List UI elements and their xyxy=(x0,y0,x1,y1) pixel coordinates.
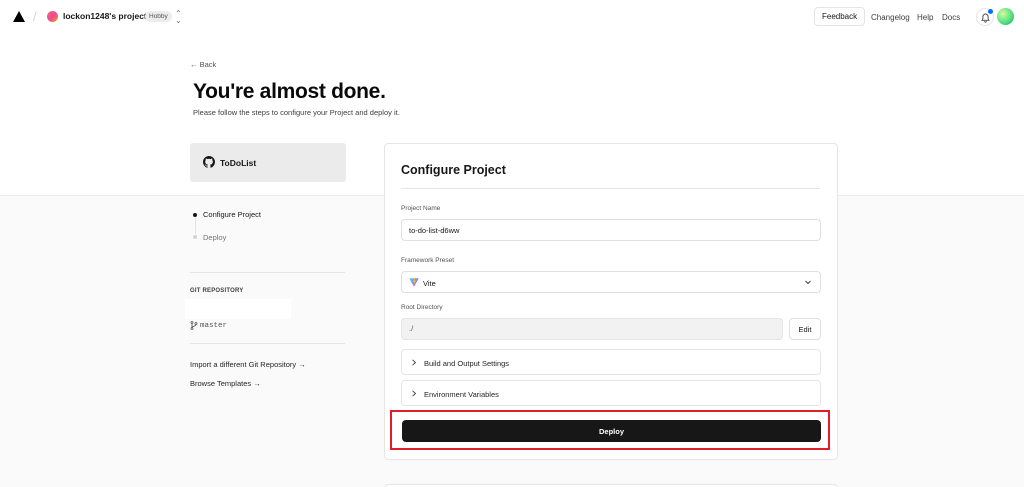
nav-help[interactable]: Help xyxy=(917,13,933,22)
step-configure-project: Configure Project xyxy=(203,210,261,219)
user-avatar[interactable] xyxy=(997,8,1014,25)
feedback-button[interactable]: Feedback xyxy=(814,7,866,26)
page-subtitle: Please follow the steps to configure you… xyxy=(193,108,400,117)
framework-preset-label: Framework Preset xyxy=(401,257,455,264)
nav-changelog[interactable]: Changelog xyxy=(871,13,910,22)
chevron-right-icon xyxy=(412,390,417,397)
top-navbar: / lockon1248's projects Hobby ⌃ ⌄ Feedbac… xyxy=(0,0,1024,34)
project-name-input[interactable] xyxy=(401,219,821,241)
build-output-settings-toggle[interactable]: Build and Output Settings xyxy=(401,349,821,375)
chevron-right-icon xyxy=(412,359,417,366)
framework-preset-value: Vite xyxy=(423,278,436,288)
step-deploy: Deploy xyxy=(203,233,227,242)
step-connector xyxy=(195,218,196,234)
branch-name: master xyxy=(200,321,228,330)
browse-templates-link[interactable]: Browse Templates → xyxy=(190,379,261,388)
configure-project-title: Configure Project xyxy=(401,163,506,177)
git-repository-label: GIT REPOSITORY xyxy=(190,288,244,294)
edit-root-directory-button[interactable]: Edit xyxy=(789,318,821,340)
team-avatar[interactable] xyxy=(47,11,58,22)
deploy-button[interactable]: Deploy xyxy=(402,420,821,442)
sidebar-divider xyxy=(190,272,345,273)
root-directory-label: Root Directory xyxy=(401,304,443,311)
nav-docs[interactable]: Docs xyxy=(942,13,960,22)
root-directory-input: ./ xyxy=(401,318,783,340)
bell-icon xyxy=(981,13,990,23)
repo-name: ToDoList xyxy=(220,158,257,168)
environment-variables-toggle[interactable]: Environment Variables xyxy=(401,380,821,406)
chevron-down-icon xyxy=(805,280,811,285)
repo-card: ToDoList xyxy=(190,143,346,182)
vercel-logo-icon[interactable] xyxy=(13,11,25,22)
environment-variables-label: Environment Variables xyxy=(424,389,499,399)
panel-divider xyxy=(401,188,820,189)
team-name[interactable]: lockon1248's projects xyxy=(63,11,151,21)
step-dot-inactive xyxy=(193,235,197,239)
step-dot-active xyxy=(193,213,197,217)
breadcrumb-separator: / xyxy=(33,9,37,24)
page-title: You're almost done. xyxy=(193,80,386,103)
build-output-settings-label: Build and Output Settings xyxy=(424,358,510,368)
framework-preset-select[interactable]: Vite xyxy=(401,271,821,293)
project-name-label: Project Name xyxy=(401,205,441,212)
notification-dot xyxy=(988,9,993,14)
import-different-repo-link[interactable]: Import a different Git Repository → xyxy=(190,360,306,369)
repository-link-redacted xyxy=(185,299,291,319)
plan-badge: Hobby xyxy=(145,11,172,22)
branch-info: master xyxy=(190,321,227,330)
sidebar-divider-2 xyxy=(190,343,345,344)
github-icon xyxy=(203,156,215,168)
git-branch-icon xyxy=(190,321,198,330)
chevron-updown-icon[interactable]: ⌃ ⌄ xyxy=(175,10,182,25)
back-link[interactable]: ← Back xyxy=(190,60,216,69)
vite-logo-icon xyxy=(409,277,419,287)
